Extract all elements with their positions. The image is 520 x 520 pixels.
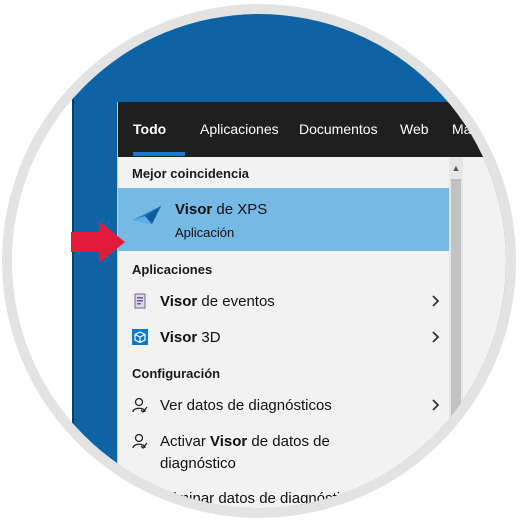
result-eliminar-datos-de-diagnostico[interactable]: Eliminar datos de diagnóstico <box>118 482 450 508</box>
result-label: Visor de eventos <box>160 293 275 310</box>
result-title: Visor de XPS <box>175 201 268 218</box>
result-label: Activar Visor de datos de <box>160 433 330 450</box>
circular-frame: Todo Aplicaciones Documentos Web Más Mej… <box>2 4 516 518</box>
results-scrollbar[interactable]: ▲ <box>449 157 463 508</box>
tab-documentos[interactable]: Documentos <box>299 121 378 137</box>
result-label-line2: diagnóstico <box>160 455 236 472</box>
section-header-settings: Configuración <box>132 366 221 381</box>
result-type: Aplicación <box>175 225 235 240</box>
zoom-lens: Todo Aplicaciones Documentos Web Más Mej… <box>12 14 506 508</box>
results-list: Mejor coincidencia Visor de XPS Aplicaci… <box>118 157 450 508</box>
red-arrow-icon <box>71 221 125 263</box>
person-diagnostics-icon <box>132 490 148 506</box>
xps-viewer-icon <box>133 206 161 224</box>
tab-aplicaciones[interactable]: Aplicaciones <box>200 121 279 137</box>
chevron-right-icon[interactable] <box>431 294 441 308</box>
active-tab-indicator <box>133 152 185 156</box>
tab-mas[interactable]: Más <box>452 121 478 137</box>
result-activar-visor-de-datos[interactable]: Activar Visor de datos de diagnóstico <box>118 425 450 473</box>
result-label: Ver datos de diagnósticos <box>160 397 332 414</box>
person-diagnostics-icon <box>132 397 148 413</box>
tab-todo[interactable]: Todo <box>133 121 166 137</box>
search-filter-tabs: Todo Aplicaciones Documentos Web Más <box>118 102 506 157</box>
result-visor-3d[interactable]: Visor 3D <box>118 321 450 355</box>
section-header-best-match: Mejor coincidencia <box>132 166 250 181</box>
result-visor-de-xps[interactable]: Visor de XPS Aplicación <box>118 188 450 251</box>
3d-viewer-icon <box>132 329 148 345</box>
section-header-apps: Aplicaciones <box>132 262 213 277</box>
person-diagnostics-icon <box>132 433 148 449</box>
result-visor-de-eventos[interactable]: Visor de eventos <box>118 285 450 319</box>
chevron-right-icon[interactable] <box>431 398 441 412</box>
result-label: Visor 3D <box>160 329 221 346</box>
start-search-panel: Todo Aplicaciones Documentos Web Más Mej… <box>118 102 506 508</box>
result-label: Eliminar datos de diagnóstico <box>160 490 356 507</box>
scroll-up-icon[interactable]: ▲ <box>449 163 463 173</box>
scrollbar-thumb[interactable] <box>451 179 461 508</box>
result-ver-datos-de-diagnosticos[interactable]: Ver datos de diagnósticos <box>118 389 450 423</box>
chevron-right-icon[interactable] <box>431 330 441 344</box>
event-viewer-icon <box>134 293 146 309</box>
tab-web[interactable]: Web <box>400 121 429 137</box>
